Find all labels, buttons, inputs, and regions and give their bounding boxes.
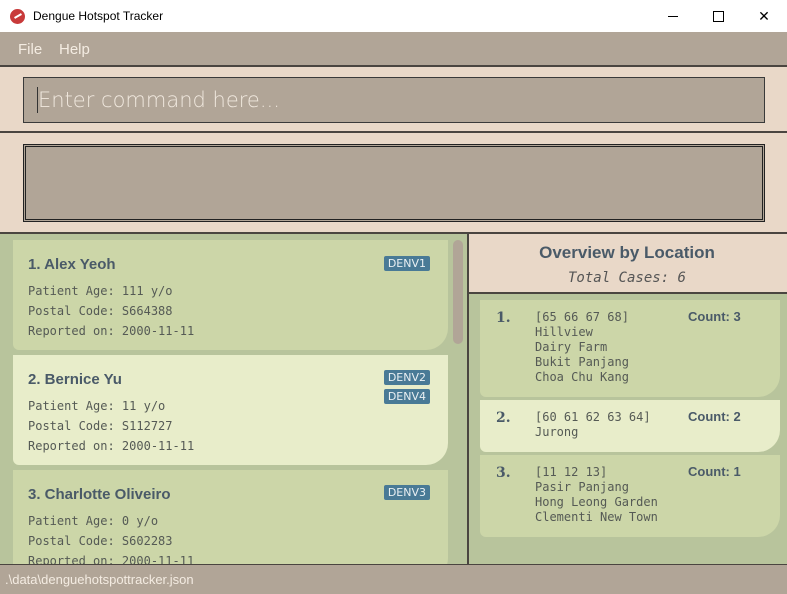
location-line: [11 12 13] — [535, 465, 608, 479]
location-card[interactable]: 3. Count: 1 [11 12 13] Pasir Panjang Hon… — [480, 455, 780, 537]
person-age: Patient Age: 111 y/o — [28, 284, 173, 298]
window-title: Dengue Hotspot Tracker — [33, 9, 164, 23]
title-bar: Dengue Hotspot Tracker ✕ — [0, 0, 787, 32]
location-line: Choa Chu Kang — [535, 370, 629, 384]
person-name: 2. Bernice Yu — [28, 371, 122, 388]
location-count: Count: 2 — [688, 409, 741, 424]
minimize-button[interactable] — [650, 0, 696, 32]
person-card[interactable]: 2. Bernice Yu DENV2 DENV4 Patient Age: 1… — [13, 355, 448, 465]
location-line: Pasir Panjang — [535, 480, 629, 494]
minimize-icon — [668, 15, 678, 17]
result-display[interactable] — [23, 144, 765, 222]
strain-tag: DENV3 — [383, 485, 430, 500]
location-line: Clementi New Town — [535, 510, 658, 524]
location-line: [60 61 62 63 64] — [535, 410, 651, 424]
close-button[interactable]: ✕ — [741, 0, 787, 32]
result-display-area — [0, 133, 787, 234]
maximize-icon — [712, 10, 724, 22]
overview-panel: Overview by Location Total Cases: 6 1. C… — [469, 234, 787, 564]
location-card[interactable]: 1. Count: 3 [65 66 67 68] Hillview Dairy… — [480, 300, 780, 397]
location-card[interactable]: 2. Count: 2 [60 61 62 63 64] Jurong — [480, 400, 780, 452]
person-age: Patient Age: 11 y/o — [28, 399, 166, 413]
person-name: 3. Charlotte Oliveiro — [28, 486, 171, 503]
command-placeholder: Enter command here... — [38, 88, 280, 112]
person-reported: Reported on: 2000-11-11 — [28, 554, 195, 564]
location-line: Hong Leong Garden — [535, 495, 658, 509]
location-index: 3. — [496, 465, 511, 481]
overview-header: Overview by Location Total Cases: 6 — [469, 234, 787, 294]
list-scrollbar[interactable] — [453, 240, 463, 344]
strain-tag: DENV4 — [383, 389, 430, 404]
person-list-panel[interactable]: 1. Alex Yeoh DENV1 Patient Age: 111 y/o … — [0, 234, 469, 564]
location-count: Count: 3 — [688, 309, 741, 324]
person-name: 1. Alex Yeoh — [28, 256, 116, 273]
person-card[interactable]: 1. Alex Yeoh DENV1 Patient Age: 111 y/o … — [13, 240, 448, 350]
close-icon: ✕ — [758, 7, 770, 24]
person-reported: Reported on: 2000-11-11 — [28, 324, 195, 338]
person-card[interactable]: 3. Charlotte Oliveiro DENV3 Patient Age:… — [13, 470, 448, 564]
save-file-path: .\data\denguehotspottracker.json — [5, 572, 194, 587]
maximize-button[interactable] — [695, 0, 741, 32]
location-line: Bukit Panjang — [535, 355, 629, 369]
strain-tag: DENV1 — [383, 256, 430, 271]
menu-bar: File Help — [0, 32, 787, 65]
person-postal: Postal Code: S602283 — [28, 534, 173, 548]
location-line: [65 66 67 68] — [535, 310, 629, 324]
strain-tag: DENV2 — [383, 370, 430, 385]
location-index: 1. — [496, 310, 511, 326]
location-index: 2. — [496, 410, 511, 426]
app-logo-icon — [10, 9, 25, 24]
menu-file[interactable]: File — [18, 41, 42, 58]
person-reported: Reported on: 2000-11-11 — [28, 439, 195, 453]
location-line: Dairy Farm — [535, 340, 608, 354]
total-cases: Total Cases: 6 — [567, 270, 686, 286]
menu-help[interactable]: Help — [59, 41, 90, 58]
overview-title: Overview by Location — [539, 243, 715, 262]
person-age: Patient Age: 0 y/o — [28, 514, 159, 528]
location-line: Jurong — [535, 425, 579, 439]
command-input[interactable]: Enter command here... — [23, 77, 765, 123]
location-count: Count: 1 — [688, 464, 741, 479]
person-postal: Postal Code: S112727 — [28, 419, 173, 433]
person-postal: Postal Code: S664388 — [28, 304, 173, 318]
status-bar: .\data\denguehotspottracker.json — [0, 564, 787, 594]
location-line: Hillview — [535, 325, 593, 339]
command-box-area: Enter command here... — [0, 65, 787, 133]
